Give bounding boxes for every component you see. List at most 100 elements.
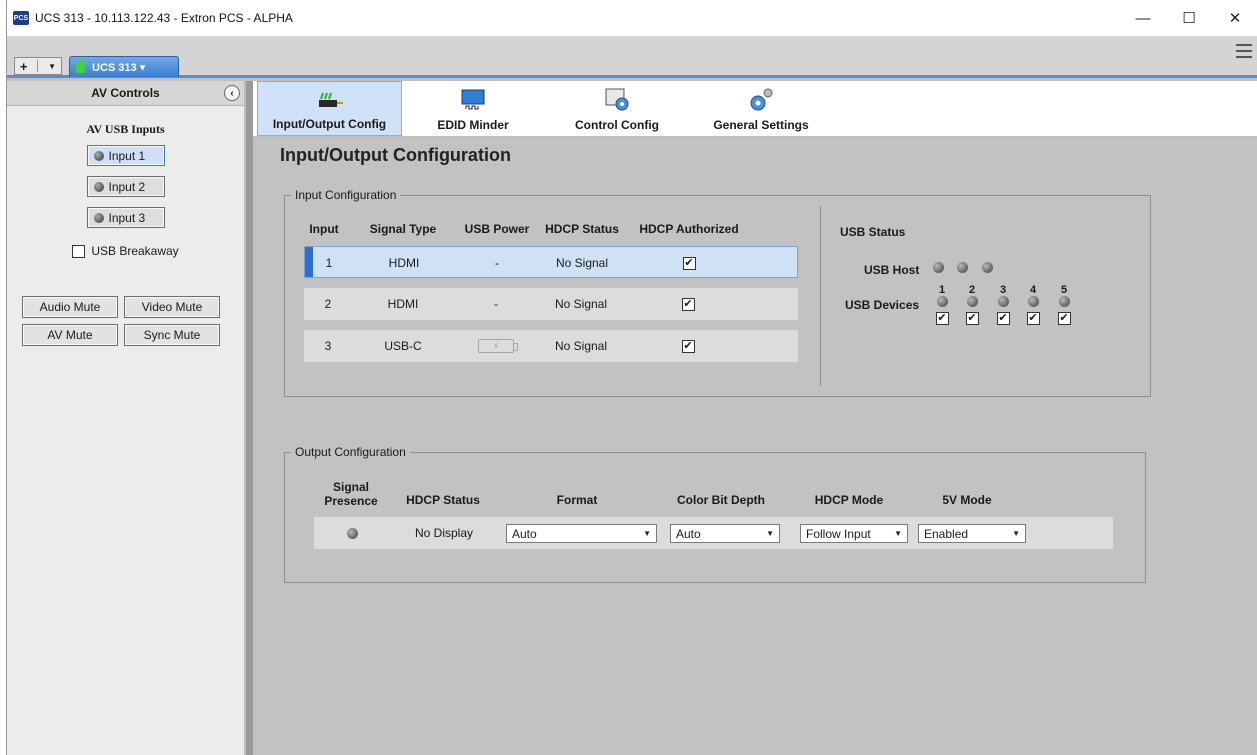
- select-value: Auto: [512, 526, 537, 541]
- app-window: PCS UCS 313 - 10.113.122.43 - Extron PCS…: [6, 0, 1257, 755]
- hdcp-authorized-checkbox[interactable]: ✔: [681, 339, 695, 353]
- usb-power: -: [495, 256, 499, 270]
- config-toolbar: Input/Output Config EDID Minder Control …: [253, 81, 1257, 137]
- panel-title: AV Controls: [91, 86, 160, 100]
- group-legend: Output Configuration: [291, 445, 410, 459]
- usb-device-checkbox[interactable]: ✔: [935, 312, 949, 325]
- hamburger-menu-icon[interactable]: [1236, 44, 1252, 58]
- tab-edid-minder[interactable]: EDID Minder: [423, 81, 523, 136]
- col-header-hdcp-mode: HDCP Mode: [814, 493, 884, 507]
- tab-label: General Settings: [713, 118, 809, 132]
- selection-marker: [305, 247, 313, 277]
- input-buttons: Input 1 Input 2 Input 3: [7, 145, 244, 228]
- format-select[interactable]: Auto ▼: [506, 524, 657, 543]
- hdcp-status: No Signal: [554, 339, 608, 353]
- output-configuration-group: Output Configuration Signal Presence HDC…: [284, 445, 1146, 583]
- input-output-config-icon: [318, 92, 343, 107]
- input-row[interactable]: 3 USB-C ⚡ No Signal ✔: [304, 330, 798, 362]
- col-header-5v-mode: 5V Mode: [942, 493, 992, 507]
- input-2-button[interactable]: Input 2: [86, 176, 165, 197]
- led-icon: [93, 181, 104, 192]
- tab-control-config[interactable]: Control Config: [565, 81, 669, 136]
- minimize-button[interactable]: —: [1120, 0, 1166, 36]
- hdcp-status: No Signal: [554, 297, 608, 311]
- tab-label: EDID Minder: [437, 118, 509, 132]
- usb-host-led-icon: [957, 262, 968, 273]
- usb-device-led-icon: [936, 296, 948, 307]
- tab-input-output-config[interactable]: Input/Output Config: [257, 81, 402, 136]
- col-header-input: Input: [309, 222, 339, 236]
- usb-device-checkbox[interactable]: ✔: [965, 312, 979, 325]
- tab-label: Control Config: [575, 118, 659, 132]
- add-device-button[interactable]: + ▼: [14, 57, 62, 75]
- monitor-icon: [461, 89, 485, 110]
- col-header-color-bit-depth: Color Bit Depth: [677, 493, 765, 507]
- device-number: 1: [938, 284, 946, 296]
- col-header-hdcp-status: HDCP Status: [545, 222, 619, 236]
- maximize-button[interactable]: ☐: [1166, 0, 1212, 36]
- tab-ucs-313[interactable]: UCS 313 ▾: [69, 56, 179, 77]
- audio-mute-button[interactable]: Audio Mute: [22, 296, 118, 318]
- button-label: Input 3: [108, 210, 146, 225]
- usb-breakaway-label: USB Breakaway: [91, 244, 179, 258]
- led-icon: [93, 150, 104, 161]
- input-1-button[interactable]: Input 1: [86, 145, 165, 166]
- av-controls-panel: AV Controls ‹ AV USB Inputs Input 1 Inpu…: [7, 81, 245, 755]
- usb-device-checkbox[interactable]: ✔: [1026, 312, 1040, 325]
- device-number: 3: [999, 284, 1007, 296]
- device-number: 4: [1029, 284, 1037, 296]
- usb-device-checkbox[interactable]: ✔: [996, 312, 1010, 325]
- av-mute-button[interactable]: AV Mute: [22, 324, 118, 346]
- usb-device-led-icon: [966, 296, 978, 307]
- device-column: 5 ✔: [1057, 284, 1071, 325]
- col-header-format: Format: [556, 493, 598, 507]
- divider: [37, 60, 39, 72]
- tab-general-settings[interactable]: General Settings: [703, 81, 819, 136]
- 5v-mode-select[interactable]: Enabled ▼: [918, 524, 1026, 543]
- device-number: 5: [1060, 284, 1068, 296]
- close-button[interactable]: ✕: [1212, 0, 1257, 36]
- device-column: 4 ✔: [1026, 284, 1040, 325]
- device-tab-strip: + ▼ UCS 313 ▾: [7, 36, 1257, 78]
- device-column: 1 ✔: [935, 284, 949, 325]
- color-bit-depth-select[interactable]: Auto ▼: [670, 524, 780, 543]
- sync-mute-button[interactable]: Sync Mute: [124, 324, 220, 346]
- usb-host-led-icon: [933, 262, 944, 273]
- app-icon: PCS: [13, 11, 29, 25]
- select-value: Enabled: [924, 526, 969, 541]
- chevron-down-icon: ▼: [1012, 529, 1020, 538]
- main-content: Input/Output Config EDID Minder Control …: [253, 81, 1257, 755]
- divider: [820, 206, 821, 386]
- gear-icon: [750, 88, 773, 111]
- usb-power: -: [494, 297, 498, 311]
- select-value: Auto: [676, 526, 701, 541]
- hdcp-authorized-checkbox[interactable]: ✔: [682, 256, 696, 270]
- device-column: 2 ✔: [965, 284, 979, 325]
- panel-splitter[interactable]: [246, 81, 253, 755]
- usb-breakaway-toggle[interactable]: USB Breakaway: [7, 244, 244, 258]
- hdcp-mode-select[interactable]: Follow Input ▼: [800, 524, 908, 543]
- hdcp-authorized-cell: ✔: [680, 288, 696, 320]
- hdcp-authorized-checkbox[interactable]: ✔: [681, 297, 695, 311]
- mute-buttons: Audio Mute Video Mute AV Mute Sync Mute: [22, 296, 244, 346]
- input-3-button[interactable]: Input 3: [86, 207, 165, 228]
- usb-breakaway-checkbox[interactable]: [72, 244, 86, 258]
- video-mute-button[interactable]: Video Mute: [124, 296, 220, 318]
- usb-device-led-icon: [1027, 296, 1039, 307]
- input-row[interactable]: 2 HDMI - No Signal ✔: [304, 288, 798, 320]
- collapse-panel-icon[interactable]: ‹: [224, 85, 240, 101]
- device-tab-label: UCS 313 ▾: [92, 61, 146, 74]
- usb-host-label: USB Host: [864, 263, 920, 277]
- input-row[interactable]: 1 HDMI - No Signal ✔: [304, 246, 798, 278]
- hdcp-status: No Signal: [555, 256, 609, 270]
- page-title: Input/Output Configuration: [280, 145, 511, 165]
- input-configuration-group: Input Configuration Input Signal Type US…: [284, 188, 1151, 397]
- usb-power-cell: ⚡: [474, 330, 518, 362]
- button-label: Input 1: [108, 148, 146, 163]
- signal-type: HDMI: [388, 256, 420, 270]
- usb-devices-grid: 1 ✔ 2 ✔ 3 ✔ 4 ✔ 5 ✔: [935, 284, 1075, 332]
- battery-icon: ⚡: [478, 339, 518, 353]
- usb-device-checkbox[interactable]: ✔: [1057, 312, 1071, 325]
- device-number: 2: [968, 284, 976, 296]
- usb-host-led-icon: [982, 262, 993, 273]
